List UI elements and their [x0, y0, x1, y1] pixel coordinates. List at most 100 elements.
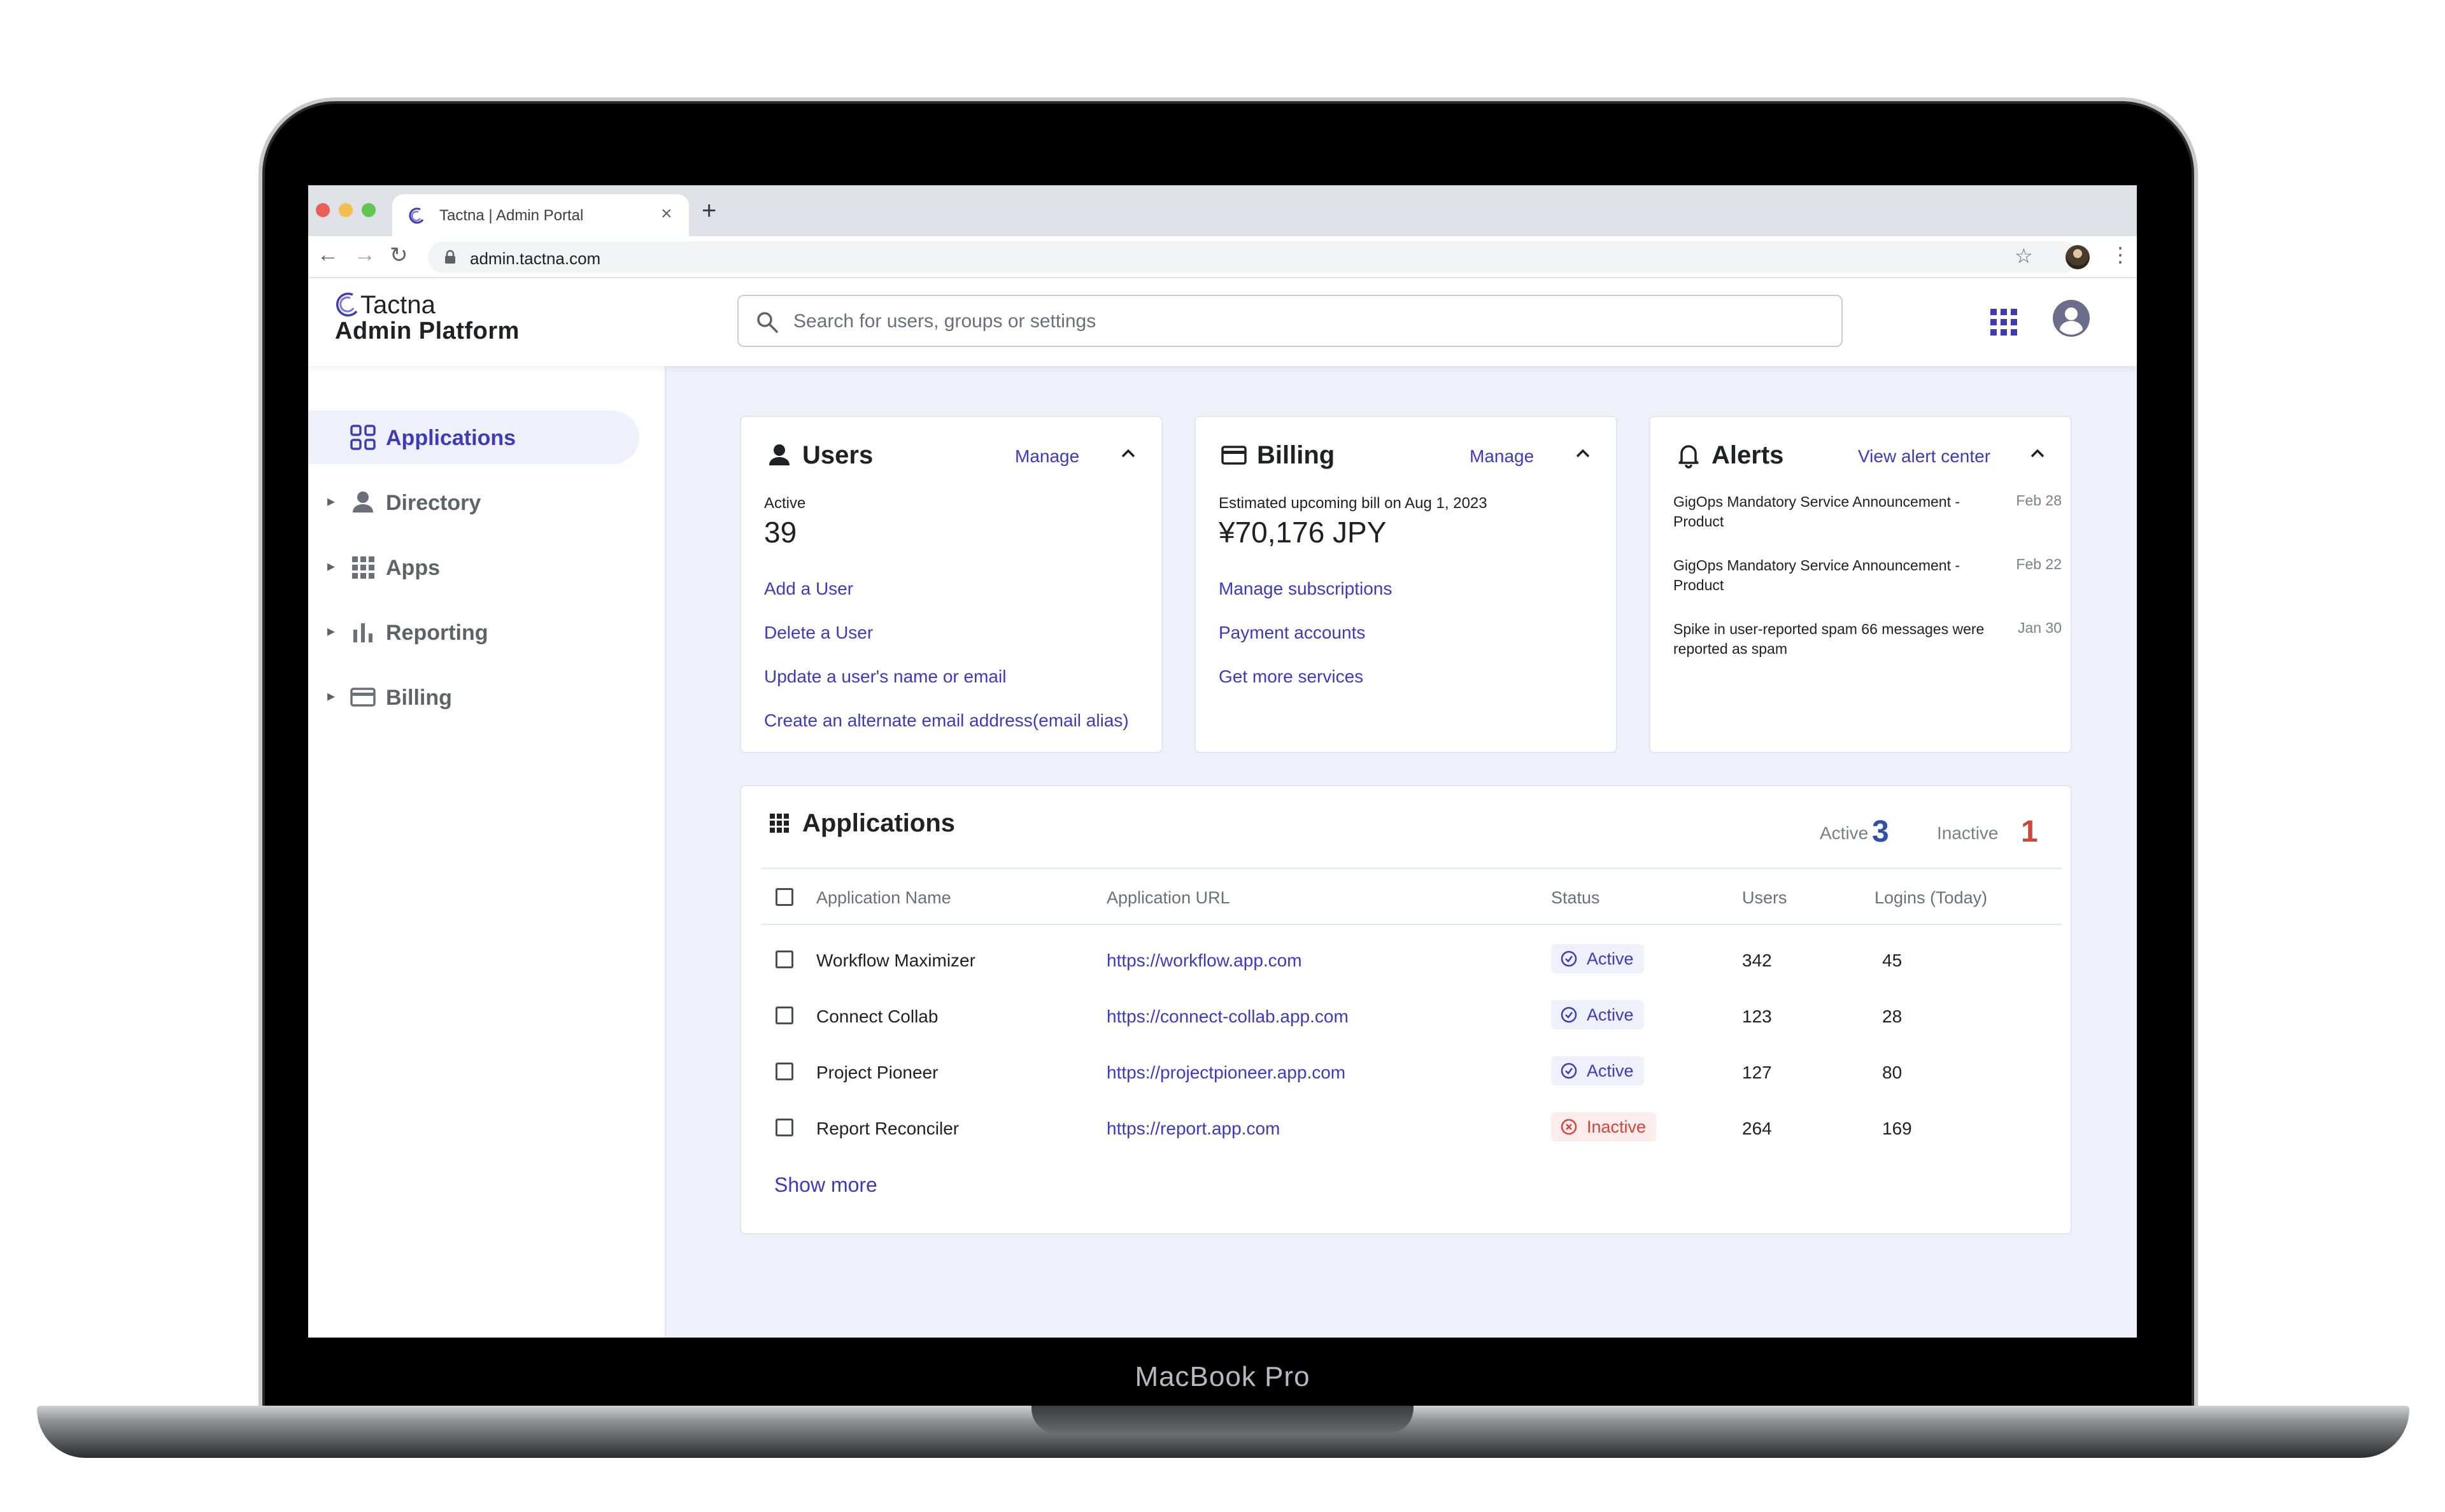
add-user-link[interactable]: Add a User: [764, 579, 853, 599]
main-content: Users Manage Active 39 Add a User Delete…: [666, 366, 2137, 1338]
column-header-name[interactable]: Application Name: [816, 888, 951, 908]
update-user-link[interactable]: Update a user's name or email: [764, 667, 1006, 687]
lock-icon: [445, 250, 455, 264]
laptop-brand-label: MacBook Pro: [1135, 1361, 1310, 1392]
chevron-up-icon[interactable]: [2026, 442, 2049, 465]
browser-toolbar: ← → ↻ admin.tactna.com ☆ ⋮: [308, 236, 2137, 278]
table-header: Application Name Application URL Status …: [762, 868, 2062, 925]
expand-caret-icon[interactable]: ▸: [327, 622, 335, 640]
users-count: 127: [1742, 1063, 1772, 1082]
stat-label: Active: [764, 495, 806, 512]
column-header-logins[interactable]: Logins (Today): [1874, 888, 1987, 908]
sidebar-item-apps[interactable]: ▸ Apps: [308, 541, 639, 594]
active-counter-label: Active: [1820, 823, 1869, 843]
alert-item-text[interactable]: GigOps Mandatory Service Announcement - …: [1673, 492, 1992, 532]
payment-accounts-link[interactable]: Payment accounts: [1219, 623, 1365, 643]
x-circle-icon: [1561, 1119, 1577, 1135]
billing-card: Billing Manage Estimated upcoming bill o…: [1194, 416, 1617, 753]
apps-outline-icon: [350, 425, 376, 450]
get-more-services-link[interactable]: Get more services: [1219, 667, 1363, 687]
application-name: Workflow Maximizer: [816, 950, 975, 970]
search-icon: [757, 312, 778, 333]
screen: Tactna | Admin Portal × + ← → ↻ admin.ta…: [308, 185, 2137, 1338]
billing-manage-link[interactable]: Manage: [1470, 446, 1534, 467]
card-title: Users: [802, 441, 874, 469]
app-launcher-grid-icon[interactable]: [1989, 307, 2018, 337]
status-badge: Active: [1551, 1000, 1644, 1029]
alert-item-text[interactable]: Spike in user-reported spam 66 messages …: [1673, 619, 1992, 659]
logins-count: 28: [1882, 1007, 1903, 1026]
address-bar[interactable]: admin.tactna.com: [428, 241, 2080, 273]
sidebar-item-directory[interactable]: ▸ Directory: [308, 476, 639, 529]
users-manage-link[interactable]: Manage: [1015, 446, 1079, 467]
application-url-link[interactable]: https://connect-collab.app.com: [1107, 1007, 1349, 1027]
row-checkbox[interactable]: [776, 1119, 793, 1136]
email-alias-link[interactable]: Create an alternate email address(email …: [764, 710, 1129, 731]
back-arrow-icon[interactable]: ←: [317, 243, 339, 267]
expand-caret-icon[interactable]: ▸: [327, 557, 335, 576]
delete-user-link[interactable]: Delete a User: [764, 623, 873, 643]
expand-caret-icon[interactable]: ▸: [327, 687, 335, 705]
window-zoom-dot[interactable]: [362, 203, 376, 217]
manage-subscriptions-link[interactable]: Manage subscriptions: [1219, 579, 1392, 599]
sidebar: Applications ▸ Directory ▸ Apps ▸ Report…: [308, 366, 666, 1338]
table-row[interactable]: Report Reconciler https://report.app.com…: [762, 1101, 2062, 1157]
alert-item-date: Feb 22: [2016, 556, 2062, 572]
browser-tabstrip: Tactna | Admin Portal × +: [308, 185, 2137, 236]
window-minimize-dot[interactable]: [339, 203, 353, 217]
status-text: Active: [1587, 1061, 1634, 1080]
application-url-link[interactable]: https://workflow.app.com: [1107, 950, 1302, 971]
browser-tab[interactable]: Tactna | Admin Portal ×: [392, 194, 689, 236]
sidebar-item-label: Billing: [386, 686, 452, 710]
show-more-link[interactable]: Show more: [774, 1173, 877, 1197]
view-alert-center-link[interactable]: View alert center: [1858, 446, 1990, 467]
logins-count: 169: [1882, 1119, 1912, 1138]
sidebar-item-label: Apps: [386, 556, 440, 580]
active-users-count: 39: [764, 516, 797, 549]
column-header-url[interactable]: Application URL: [1107, 888, 1230, 908]
status-badge: Active: [1551, 944, 1644, 973]
stat-label: Estimated upcoming bill on Aug 1, 2023: [1219, 495, 1487, 512]
browser-profile-avatar[interactable]: [2066, 245, 2090, 269]
row-checkbox[interactable]: [776, 950, 793, 968]
row-checkbox[interactable]: [776, 1063, 793, 1080]
bookmark-star-icon[interactable]: ☆: [2015, 244, 2033, 268]
column-header-status[interactable]: Status: [1551, 888, 1600, 908]
sidebar-item-label: Reporting: [386, 621, 488, 645]
expand-caret-icon[interactable]: ▸: [327, 492, 335, 511]
grid-icon: [352, 556, 374, 579]
applications-card: Applications Active 3 Inactive 1 Applica…: [740, 785, 2072, 1234]
column-header-users[interactable]: Users: [1742, 888, 1787, 908]
table-row[interactable]: Workflow Maximizer https://workflow.app.…: [762, 933, 2062, 989]
alert-item-text[interactable]: GigOps Mandatory Service Announcement - …: [1673, 556, 1992, 595]
sidebar-item-label: Directory: [386, 491, 481, 515]
tab-close-icon[interactable]: ×: [661, 203, 672, 225]
bell-icon: [1678, 445, 1699, 469]
chevron-up-icon[interactable]: [1571, 442, 1594, 465]
logo-product-name: Admin Platform: [335, 318, 520, 344]
tactna-logo-icon: [336, 292, 358, 317]
logins-count: 45: [1882, 950, 1903, 970]
application-name: Project Pioneer: [816, 1063, 939, 1082]
application-url-link[interactable]: https://report.app.com: [1107, 1119, 1280, 1139]
window-close-dot[interactable]: [316, 203, 330, 217]
search-box[interactable]: [737, 295, 1843, 347]
reload-icon[interactable]: ↻: [390, 243, 408, 268]
card-title: Alerts: [1712, 441, 1784, 469]
sidebar-item-billing[interactable]: ▸ Billing: [308, 670, 639, 724]
table-row[interactable]: Project Pioneer https://projectpioneer.a…: [762, 1045, 2062, 1101]
sidebar-item-applications[interactable]: Applications: [308, 411, 639, 464]
forward-arrow-icon[interactable]: →: [354, 243, 376, 267]
chevron-up-icon[interactable]: [1117, 442, 1140, 465]
browser-menu-icon[interactable]: ⋮: [2110, 243, 2130, 267]
url-text: admin.tactna.com: [470, 249, 601, 268]
select-all-checkbox[interactable]: [776, 888, 793, 906]
row-checkbox[interactable]: [776, 1007, 793, 1024]
table-row[interactable]: Connect Collab https://connect-collab.ap…: [762, 989, 2062, 1045]
account-avatar-icon[interactable]: [2052, 299, 2091, 338]
estimated-bill-amount: ¥70,176 JPY: [1219, 516, 1387, 549]
search-input[interactable]: [793, 305, 1812, 338]
new-tab-button[interactable]: +: [702, 197, 716, 225]
sidebar-item-reporting[interactable]: ▸ Reporting: [308, 605, 639, 659]
application-url-link[interactable]: https://projectpioneer.app.com: [1107, 1063, 1345, 1083]
